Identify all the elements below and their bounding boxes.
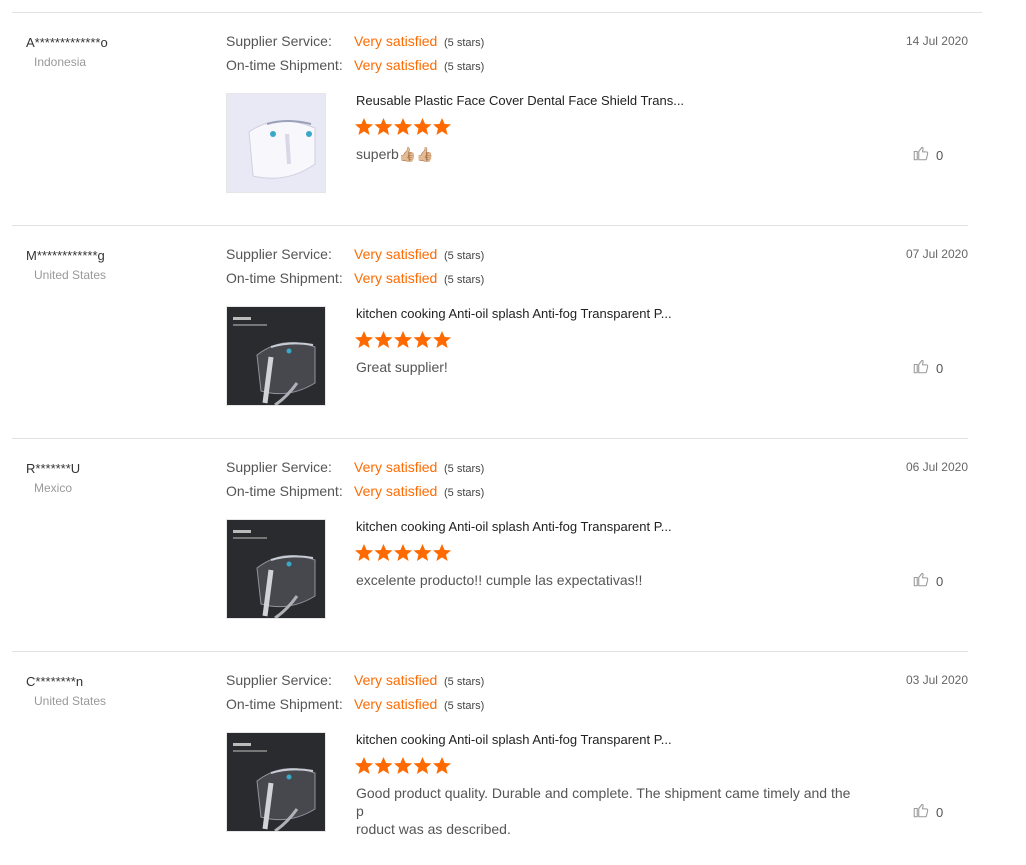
supplier-service-label: Supplier Service:: [226, 459, 332, 475]
product-title-link[interactable]: Reusable Plastic Face Cover Dental Face …: [356, 93, 684, 108]
star-icon: [433, 544, 451, 561]
buyer-country: United States: [34, 268, 107, 282]
thumbs-up-icon: [912, 801, 930, 824]
thumbs-up-icon: [912, 570, 930, 593]
star-icon: [374, 757, 393, 774]
star-icon: [355, 331, 373, 348]
star-icon: [374, 118, 393, 135]
shipment-stars-text: (5 stars): [444, 61, 485, 73]
supplier-service-rating: Supplier Service: Very satisfied (5 stars): [226, 671, 484, 689]
thumbs-up-icon: [912, 144, 930, 167]
helpful-count: 0: [936, 147, 944, 163]
helpful-button[interactable]: 0: [912, 146, 943, 164]
product-star-rating: [354, 330, 452, 352]
shipment-rating: On-time Shipment: Very satisfied (5 stars): [226, 482, 484, 500]
shipment-stars-text: (5 stars): [444, 274, 485, 286]
helpful-button[interactable]: 0: [912, 359, 943, 377]
star-icon: [355, 757, 373, 774]
shipment-stars-text: (5 stars): [444, 700, 485, 712]
star-icon: [394, 331, 412, 348]
supplier-service-stars-text: (5 stars): [444, 37, 485, 49]
shipment-label: On-time Shipment:: [226, 57, 343, 73]
product-star-rating: [354, 117, 452, 139]
shipment-stars-text: (5 stars): [444, 487, 485, 499]
review-date: 14 Jul 2020: [905, 34, 968, 48]
review-date: 06 Jul 2020: [905, 460, 968, 474]
shipment-value: Very satisfied: [354, 57, 438, 73]
product-thumbnail[interactable]: [226, 93, 326, 193]
star-icon: [413, 118, 432, 135]
review-item: R*******U Mexico Supplier Service: Very s…: [12, 439, 968, 652]
buyer-country: United States: [34, 694, 107, 708]
supplier-service-rating: Supplier Service: Very satisfied (5 stars): [226, 245, 484, 263]
star-icon: [374, 331, 393, 348]
review-item: A*************o Indonesia Supplier Servi…: [12, 13, 968, 226]
supplier-service-value: Very satisfied: [354, 672, 438, 688]
review-date: 07 Jul 2020: [905, 247, 968, 261]
supplier-service-rating: Supplier Service: Very satisfied (5 stars): [226, 32, 484, 50]
helpful-count: 0: [936, 804, 944, 820]
star-icon: [355, 544, 373, 561]
buyer-name: C********n: [26, 674, 84, 689]
review-comment: Good product quality. Durable and comple…: [356, 785, 851, 837]
star-icon: [433, 757, 451, 774]
supplier-service-stars-text: (5 stars): [444, 250, 485, 262]
shipment-value: Very satisfied: [354, 270, 438, 286]
buyer-name: M************g: [26, 248, 105, 263]
star-icon: [394, 544, 412, 561]
star-icon: [433, 331, 451, 348]
helpful-button[interactable]: 0: [912, 803, 943, 821]
supplier-service-label: Supplier Service:: [226, 246, 332, 262]
buyer-country: Indonesia: [34, 55, 87, 69]
review-comment: Great supplier!: [356, 359, 448, 375]
shipment-label: On-time Shipment:: [226, 270, 343, 286]
supplier-service-stars-text: (5 stars): [444, 463, 485, 475]
supplier-service-value: Very satisfied: [354, 246, 438, 262]
supplier-service-label: Supplier Service:: [226, 672, 332, 688]
product-star-rating: [354, 756, 452, 778]
shipment-label: On-time Shipment:: [226, 483, 343, 499]
star-icon: [374, 544, 393, 561]
supplier-service-label: Supplier Service:: [226, 33, 332, 49]
product-title-link[interactable]: kitchen cooking Anti-oil splash Anti-fog…: [356, 732, 672, 747]
star-icon: [355, 118, 373, 135]
star-icon: [394, 118, 412, 135]
helpful-count: 0: [936, 360, 944, 376]
buyer-name: A*************o: [26, 35, 108, 50]
supplier-service-rating: Supplier Service: Very satisfied (5 stars): [226, 458, 484, 476]
shipment-label: On-time Shipment:: [226, 696, 343, 712]
supplier-service-value: Very satisfied: [354, 459, 438, 475]
review-item: M************g United States Supplier Se…: [12, 226, 968, 439]
shipment-rating: On-time Shipment: Very satisfied (5 stars): [226, 56, 484, 74]
review-item: C********n United States Supplier Servic…: [12, 652, 968, 865]
star-icon: [394, 757, 412, 774]
shipment-value: Very satisfied: [354, 696, 438, 712]
star-icon: [413, 331, 432, 348]
product-star-rating: [354, 543, 452, 565]
supplier-service-stars-text: (5 stars): [444, 676, 485, 688]
star-icon: [413, 544, 432, 561]
buyer-name: R*******U: [26, 461, 81, 476]
product-title-link[interactable]: kitchen cooking Anti-oil splash Anti-fog…: [356, 519, 672, 534]
product-thumbnail[interactable]: [226, 519, 326, 619]
product-thumbnail[interactable]: [226, 732, 326, 832]
buyer-country: Mexico: [34, 481, 73, 495]
shipment-value: Very satisfied: [354, 483, 438, 499]
review-date: 03 Jul 2020: [905, 673, 968, 687]
product-title-link[interactable]: kitchen cooking Anti-oil splash Anti-fog…: [356, 306, 672, 321]
helpful-button[interactable]: 0: [912, 572, 943, 590]
thumbs-up-icon: [912, 357, 930, 380]
review-comment: superb👍🏼👍🏼: [356, 146, 434, 162]
review-comment: excelente producto!! cumple las expectat…: [356, 572, 643, 588]
shipment-rating: On-time Shipment: Very satisfied (5 stars): [226, 695, 484, 713]
supplier-service-value: Very satisfied: [354, 33, 438, 49]
helpful-count: 0: [936, 573, 944, 589]
shipment-rating: On-time Shipment: Very satisfied (5 stars): [226, 269, 484, 287]
star-icon: [433, 118, 451, 135]
product-thumbnail[interactable]: [226, 306, 326, 406]
star-icon: [413, 757, 432, 774]
